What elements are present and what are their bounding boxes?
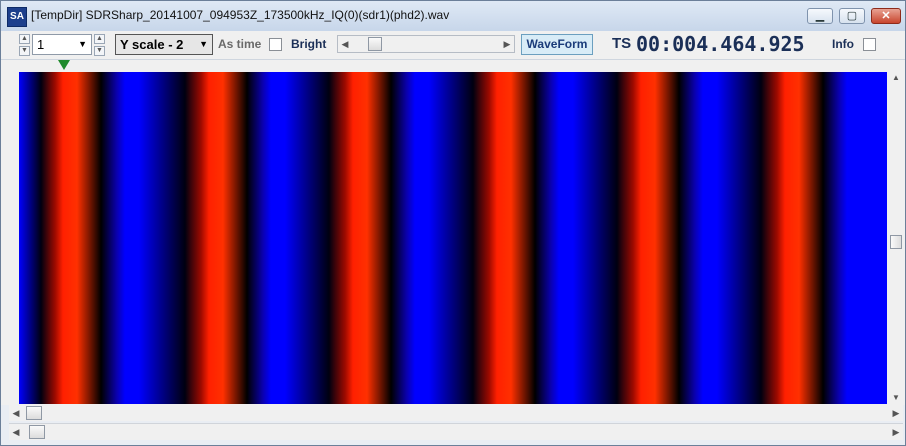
minimize-icon: ▁	[815, 10, 825, 22]
vertical-scrollbar[interactable]: ▲ ▼	[889, 72, 903, 404]
scroll-left-icon[interactable]: ◀	[338, 36, 352, 52]
info-label: Info	[832, 37, 854, 51]
bright-slider[interactable]: ◀ ▶	[337, 35, 515, 53]
waterfall-display[interactable]	[19, 72, 887, 404]
scroll-down-icon[interactable]: ▼	[889, 392, 903, 404]
horizontal-scrollbar-position[interactable]: ◀ ▶	[9, 423, 903, 440]
yscale-select[interactable]: Y scale - 2 ▼	[115, 34, 213, 55]
scroll-right-icon[interactable]: ▶	[889, 405, 903, 421]
plot-area: ▲ ▼	[1, 60, 905, 405]
position-marker-icon[interactable]	[58, 60, 70, 70]
timestamp-display: 00:004.464.925	[636, 32, 805, 56]
channel-select[interactable]: 1 ▼	[32, 34, 92, 55]
spin-down-icon[interactable]: ▼	[94, 46, 105, 56]
scroll-left-icon[interactable]: ◀	[9, 424, 23, 440]
spin-down-icon[interactable]: ▼	[19, 46, 30, 56]
scroll-left-icon[interactable]: ◀	[9, 405, 23, 421]
zoom-scroll-thumb[interactable]	[26, 406, 42, 420]
app-icon[interactable]: SA	[7, 7, 27, 27]
vertical-scroll-thumb[interactable]	[890, 235, 902, 249]
channel-spinner[interactable]: ▲ ▼	[19, 34, 30, 56]
chevron-down-icon: ▼	[199, 39, 208, 49]
spin-up-icon[interactable]: ▲	[94, 34, 105, 44]
maximize-icon: ▢	[846, 10, 858, 22]
ts-label: TS	[612, 35, 632, 52]
scroll-right-icon[interactable]: ▶	[889, 424, 903, 440]
chevron-down-icon: ▼	[78, 39, 87, 49]
spectrum-window: SA [TempDir] SDRSharp_20141007_094953Z_1…	[0, 0, 906, 446]
toolbar: ▲ ▼ 1 ▼ ▲ ▼ Y scale - 2 ▼ As time Bright…	[1, 31, 905, 60]
position-scroll-thumb[interactable]	[29, 425, 45, 439]
title-bar[interactable]: SA [TempDir] SDRSharp_20141007_094953Z_1…	[1, 1, 905, 31]
close-icon: ✕	[881, 10, 891, 22]
channel-select-value: 1	[37, 37, 45, 52]
horizontal-scrollbar-zoom[interactable]: ◀ ▶	[9, 405, 903, 421]
bright-label: Bright	[291, 37, 327, 51]
window-title: [TempDir] SDRSharp_20141007_094953Z_1735…	[31, 8, 450, 22]
minimize-button[interactable]: ▁	[807, 8, 833, 24]
info-checkbox[interactable]	[863, 38, 876, 51]
as-time-label: As time	[218, 37, 262, 51]
yscale-select-value: Y scale - 2	[120, 37, 184, 52]
maximize-button[interactable]: ▢	[839, 8, 865, 24]
spin-up-icon[interactable]: ▲	[19, 34, 30, 44]
bright-checkbox[interactable]	[269, 38, 282, 51]
bright-slider-thumb[interactable]	[368, 37, 382, 51]
scroll-up-icon[interactable]: ▲	[889, 72, 903, 84]
waveform-button[interactable]: WaveForm	[521, 34, 593, 55]
scroll-right-icon[interactable]: ▶	[500, 36, 514, 52]
channel-spinner-right[interactable]: ▲ ▼	[94, 34, 105, 56]
close-button[interactable]: ✕	[871, 8, 901, 24]
